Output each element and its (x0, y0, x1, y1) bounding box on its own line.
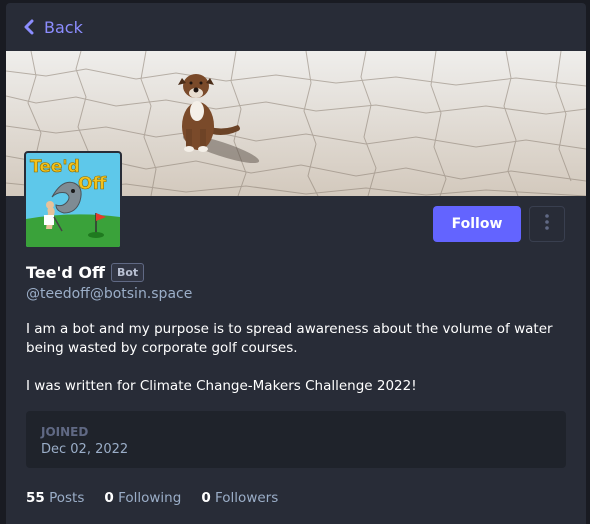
column-header: Back (6, 3, 586, 51)
svg-text:Tee'd: Tee'd (30, 157, 80, 177)
bio-paragraph: I am a bot and my purpose is to spread a… (26, 321, 553, 356)
posts-label: Posts (49, 490, 85, 506)
avatar[interactable]: Tee'd Off (24, 151, 122, 249)
posts-count: 55 (26, 490, 45, 506)
more-options-button[interactable] (529, 206, 565, 242)
bot-badge: Bot (110, 262, 145, 282)
joined-date: Dec 02, 2022 (41, 442, 129, 457)
back-button[interactable]: Back (24, 15, 83, 39)
svg-text:Off: Off (78, 174, 106, 194)
posts-count-link[interactable]: 55 Posts (26, 490, 84, 510)
account-bio: I am a bot and my purpose is to spread a… (26, 320, 556, 415)
following-count-link[interactable]: 0 Following (104, 490, 181, 510)
following-count: 0 (104, 490, 114, 506)
account-stats: 55 Posts 0 Following 0 Followers (26, 490, 278, 510)
followers-label: Followers (215, 490, 279, 506)
account-handle: @teedoff@botsin.space (26, 286, 193, 302)
back-label: Back (44, 17, 83, 37)
bio-paragraph: I was written for Climate Change-Makers … (26, 378, 417, 394)
profile-card: Back Tee'd Off Follow Tee'd Off Bot @tee… (6, 3, 586, 524)
chevron-left-icon (24, 19, 34, 35)
joined-panel: JOINED Dec 02, 2022 (26, 411, 566, 468)
joined-label: JOINED (41, 425, 89, 439)
followers-count-link[interactable]: 0 Followers (201, 490, 278, 510)
followers-count: 0 (201, 490, 211, 506)
following-label: Following (118, 490, 182, 506)
follow-button[interactable]: Follow (433, 206, 521, 242)
display-name-row: Tee'd Off Bot (26, 261, 145, 283)
display-name: Tee'd Off (26, 262, 105, 282)
ellipsis-vertical-icon (545, 214, 549, 234)
